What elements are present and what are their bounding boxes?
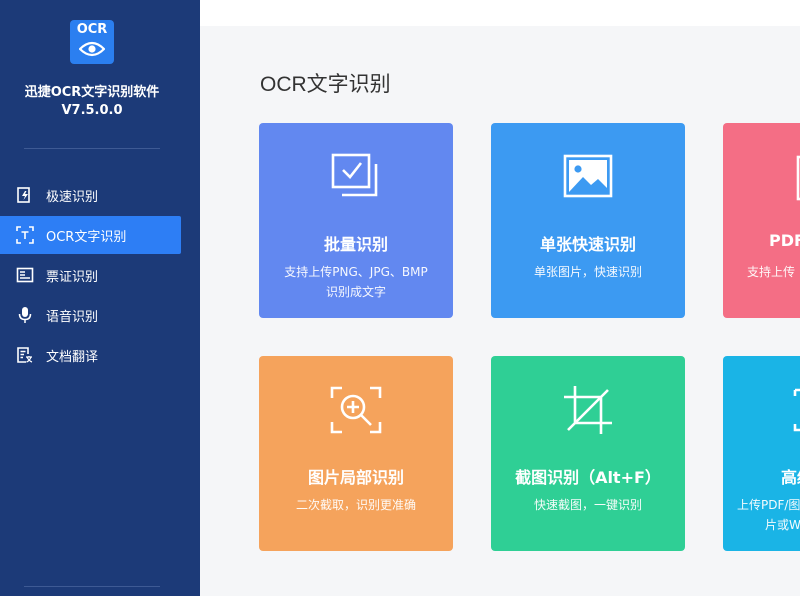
card-desc-line: 单张图片，快速识别 <box>533 265 642 279</box>
app-name: 迅捷OCR文字识别软件 <box>24 85 160 100</box>
translate-doc-icon <box>16 346 34 364</box>
card-description: 支持上传PNG、JPG、BMP 识别成文字 <box>259 262 453 302</box>
advanced-recognize-card[interactable]: 高级 上传PDF/图 片或W <box>723 356 800 551</box>
sidebar-item-label: 语音识别 <box>46 309 99 325</box>
microphone-icon <box>16 306 34 324</box>
fast-recognize-icon <box>16 186 34 204</box>
sidebar-item-label: 极速识别 <box>46 189 99 205</box>
text-scan-icon <box>16 226 34 244</box>
card-title: 单张快速识别 <box>539 235 636 254</box>
card-title: 批量识别 <box>323 235 388 254</box>
card-description: 快速截图，一键识别 <box>491 495 685 515</box>
card-title: 高级 <box>781 468 800 487</box>
sidebar-item-voice[interactable]: 语音识别 <box>0 296 181 334</box>
card-title: 截图识别（Alt+F） <box>515 468 661 487</box>
card-description: 二次截取，识别更准确 <box>259 495 453 515</box>
app-logo: OCR <box>70 20 114 64</box>
sidebar-item-fast-recognize[interactable]: 极速识别 <box>0 176 181 214</box>
card-desc-line: 片或W <box>765 518 800 532</box>
card-title: 图片局部识别 <box>307 468 404 487</box>
card-desc-line: 上传PDF/图 <box>737 498 800 512</box>
divider <box>24 148 160 149</box>
card-description: 上传PDF/图 片或W <box>723 495 800 535</box>
eye-icon <box>79 41 105 57</box>
sidebar: OCR 迅捷OCR文字识别软件 V7.5.0.0 极速识别 OCR文字识别 票证… <box>0 0 200 596</box>
ticket-icon <box>16 266 34 284</box>
main-panel: OCR文字识别 批量识别 支持上传PNG、JPG、BMP 识别成文字 单张快速识… <box>200 26 800 596</box>
card-description: 支持上传 <box>723 262 800 282</box>
sidebar-item-label: 票证识别 <box>46 269 99 285</box>
card-desc-line: 快速截图，一键识别 <box>533 498 642 512</box>
partial-image-recognize-card[interactable]: 图片局部识别 二次截取，识别更准确 <box>259 356 453 551</box>
pdf-icon <box>723 149 800 205</box>
app-version: V7.5.0.0 <box>61 103 123 118</box>
sidebar-item-translate[interactable]: 文档翻译 <box>0 336 181 374</box>
image-icon <box>491 149 685 205</box>
crop-icon <box>491 382 685 438</box>
sidebar-nav: 极速识别 OCR文字识别 票证识别 语音识别 文档翻译 <box>0 176 200 376</box>
zoom-in-icon <box>259 382 453 438</box>
sidebar-item-label: OCR文字识别 <box>46 229 127 245</box>
card-desc-line: 识别成文字 <box>325 285 386 299</box>
card-desc-line: 二次截取，识别更准确 <box>295 498 416 512</box>
page-title: OCR文字识别 <box>260 73 391 96</box>
top-bar <box>200 0 800 26</box>
card-description: 单张图片，快速识别 <box>491 262 685 282</box>
batch-recognize-card[interactable]: 批量识别 支持上传PNG、JPG、BMP 识别成文字 <box>259 123 453 318</box>
pdf-recognize-card[interactable]: PDF 支持上传 <box>723 123 800 318</box>
screenshot-recognize-card[interactable]: 截图识别（Alt+F） 快速截图，一键识别 <box>491 356 685 551</box>
batch-images-icon <box>259 149 453 205</box>
card-desc-line: 支持上传PNG、JPG、BMP <box>284 265 428 279</box>
card-title: PDF <box>769 231 800 250</box>
advanced-icon <box>723 382 800 438</box>
sidebar-item-ocr-text[interactable]: OCR文字识别 <box>0 216 181 254</box>
logo-text: OCR <box>76 22 108 37</box>
sidebar-item-ticket[interactable]: 票证识别 <box>0 256 181 294</box>
divider <box>24 586 160 587</box>
single-quick-recognize-card[interactable]: 单张快速识别 单张图片，快速识别 <box>491 123 685 318</box>
sidebar-item-label: 文档翻译 <box>46 349 99 365</box>
card-desc-line: 支持上传 <box>747 265 796 279</box>
